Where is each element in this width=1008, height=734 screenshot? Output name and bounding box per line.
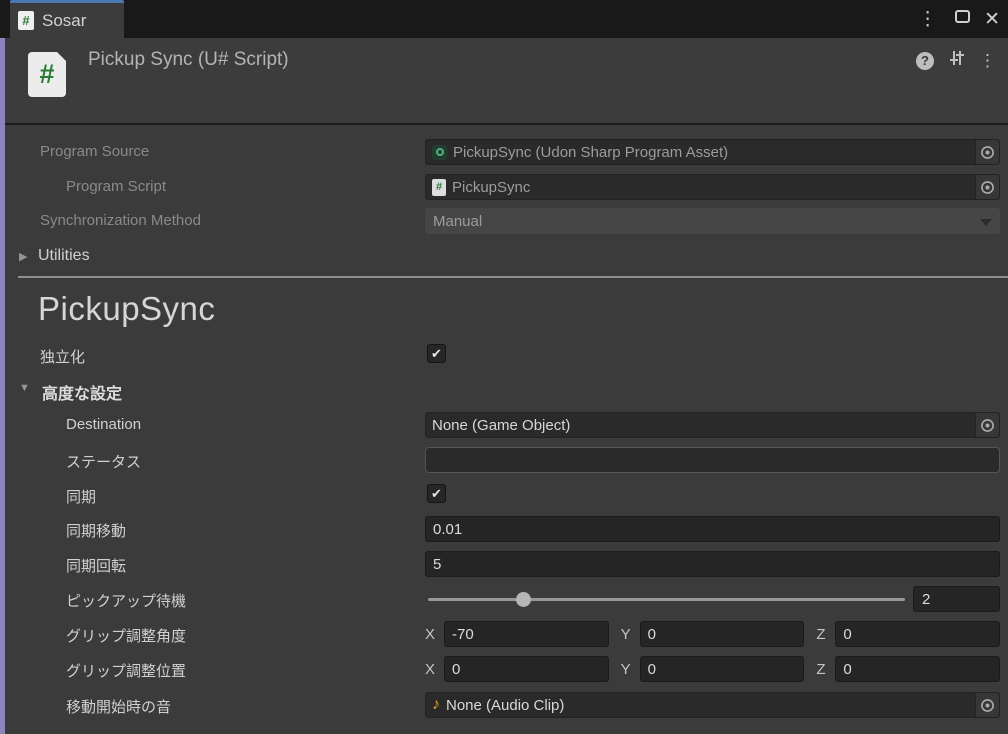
component-title: Pickup Sync (U# Script) <box>88 49 289 71</box>
component-menu-icon[interactable]: ⋮ <box>979 52 996 69</box>
grip-position-z-value: 0 <box>843 661 851 678</box>
destination-value: None (Game Object) <box>432 417 570 434</box>
sync-method-dropdown[interactable]: Manual <box>425 208 1000 234</box>
status-input[interactable] <box>425 447 1000 473</box>
component-header: # Pickup Sync (U# Script) ? ⋮ <box>5 38 1008 123</box>
program-script-value: PickupSync <box>452 179 530 196</box>
program-source-label: Program Source <box>40 143 149 160</box>
window-controls: ⋮ ✕ <box>914 0 1000 38</box>
grip-angle-x-value: -70 <box>452 626 474 643</box>
music-note-icon: ♪ <box>432 696 440 714</box>
sync-method-label: Synchronization Method <box>40 212 201 229</box>
axis-x-label: X <box>425 661 436 678</box>
sync-rotation-input[interactable]: 5 <box>425 551 1000 577</box>
sync-checkbox[interactable]: ✔ <box>427 484 446 503</box>
sync-rotation-value: 5 <box>433 556 441 573</box>
grip-position-x-value: 0 <box>452 661 460 678</box>
section-separator <box>18 276 1008 278</box>
unity-inspector-window: # Sosar ⋮ ✕ # Pickup Sync (U# Script) ? <box>0 0 1008 734</box>
object-picker-icon <box>980 180 995 195</box>
pickup-wait-value: 2 <box>922 591 930 608</box>
independent-label: 独立化 <box>40 346 85 367</box>
grip-position-z-input[interactable]: 0 <box>835 656 1000 682</box>
maximize-button[interactable] <box>955 10 970 28</box>
axis-y-label: Y <box>621 661 632 678</box>
csharp-script-icon: # <box>432 179 446 196</box>
check-icon: ✔ <box>431 346 442 362</box>
object-picker-icon <box>980 698 995 713</box>
pickup-wait-input[interactable]: 2 <box>913 586 1000 612</box>
program-source-value: PickupSync (Udon Sharp Program Asset) <box>453 144 728 161</box>
pickup-wait-slider[interactable] <box>428 598 905 601</box>
presets-icon[interactable] <box>947 49 966 72</box>
grip-position-y-value: 0 <box>648 661 656 678</box>
status-label: ステータス <box>66 451 141 472</box>
grip-angle-z-input[interactable]: 0 <box>835 621 1000 647</box>
window-menu-icon[interactable]: ⋮ <box>914 10 941 29</box>
sync-move-value: 0.01 <box>433 521 462 538</box>
program-script-label: Program Script <box>66 178 166 195</box>
grip-angle-vector: X -70 Y 0 Z 0 <box>425 621 1000 647</box>
grip-position-label: グリップ調整位置 <box>66 660 186 681</box>
advanced-foldout-label[interactable]: 高度な設定 <box>42 380 122 404</box>
utilities-foldout-icon[interactable]: ▶ <box>19 250 27 263</box>
sync-move-label: 同期移動 <box>66 520 126 541</box>
grip-position-x-input[interactable]: 0 <box>444 656 609 682</box>
dock-highlight-strip <box>0 38 5 734</box>
sync-move-input[interactable]: 0.01 <box>425 516 1000 542</box>
utilities-foldout-label[interactable]: Utilities <box>38 247 90 265</box>
sync-label: 同期 <box>66 486 96 507</box>
script-asset-icon: # <box>28 52 66 97</box>
destination-object-field[interactable]: None (Game Object) <box>425 412 1000 438</box>
tab-sosar[interactable]: # Sosar <box>10 0 124 38</box>
axis-z-label: Z <box>816 626 827 643</box>
grip-angle-x-input[interactable]: -70 <box>444 621 609 647</box>
header-actions: ? ⋮ <box>916 49 996 72</box>
destination-label: Destination <box>66 416 141 433</box>
grip-angle-y-input[interactable]: 0 <box>640 621 805 647</box>
object-picker-button[interactable] <box>975 140 999 164</box>
check-icon: ✔ <box>431 486 442 502</box>
object-picker-button[interactable] <box>975 693 999 717</box>
maximize-icon <box>955 10 970 23</box>
grip-angle-z-value: 0 <box>843 626 851 643</box>
move-sound-object-field[interactable]: ♪ None (Audio Clip) <box>425 692 1000 718</box>
pickup-wait-slider-handle[interactable] <box>516 592 531 607</box>
csharp-script-icon: # <box>18 11 34 30</box>
object-picker-icon <box>980 145 995 160</box>
axis-z-label: Z <box>816 661 827 678</box>
axis-x-label: X <box>425 626 436 643</box>
program-source-field[interactable]: PickupSync (Udon Sharp Program Asset) <box>425 139 1000 165</box>
move-sound-value: None (Audio Clip) <box>446 697 564 714</box>
independent-checkbox[interactable]: ✔ <box>427 344 446 363</box>
axis-y-label: Y <box>621 626 632 643</box>
dropdown-arrow-icon <box>980 219 992 226</box>
advanced-foldout-icon[interactable]: ▼ <box>19 382 30 394</box>
script-section-title: PickupSync <box>38 290 215 328</box>
help-icon[interactable]: ? <box>916 52 934 70</box>
object-picker-button[interactable] <box>975 413 999 437</box>
tab-bar: # Sosar ⋮ ✕ <box>0 0 1008 38</box>
close-icon[interactable]: ✕ <box>984 10 1000 29</box>
udon-program-asset-icon <box>432 145 447 160</box>
grip-angle-label: グリップ調整角度 <box>66 625 186 646</box>
grip-position-vector: X 0 Y 0 Z 0 <box>425 656 1000 682</box>
sync-rotation-label: 同期回転 <box>66 555 126 576</box>
tab-title: Sosar <box>42 11 86 31</box>
sync-method-value: Manual <box>433 213 482 230</box>
object-picker-button[interactable] <box>975 175 999 199</box>
grip-position-y-input[interactable]: 0 <box>640 656 805 682</box>
object-picker-icon <box>980 418 995 433</box>
program-script-field[interactable]: # PickupSync <box>425 174 1000 200</box>
header-divider <box>5 123 1008 125</box>
pickup-wait-label: ピックアップ待機 <box>66 590 186 611</box>
move-sound-label: 移動開始時の音 <box>66 696 171 717</box>
grip-angle-y-value: 0 <box>648 626 656 643</box>
